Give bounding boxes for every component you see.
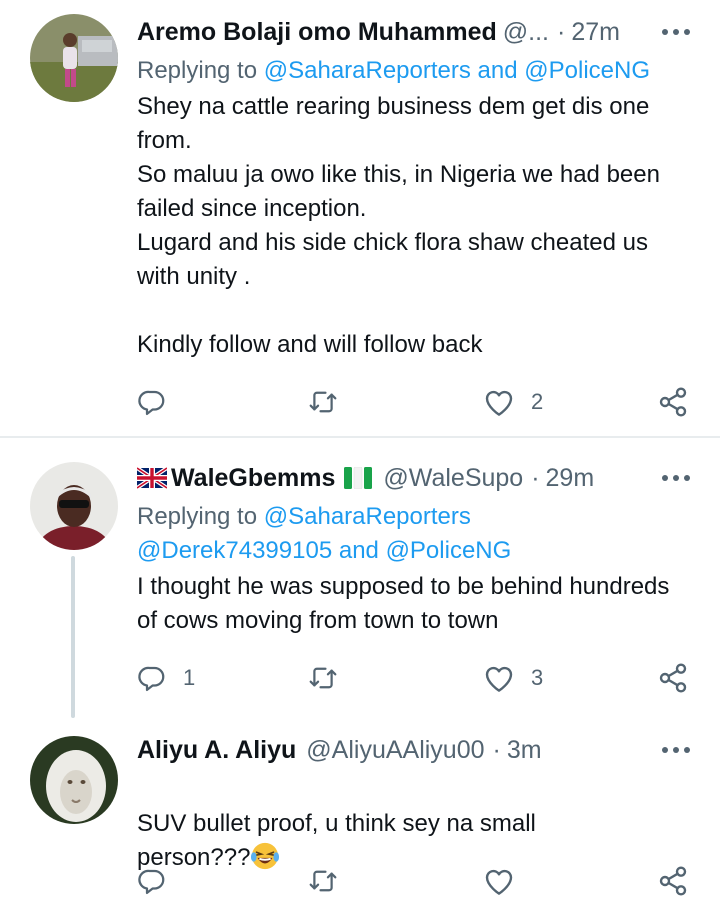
mention-derek[interactable]: @Derek74399105 bbox=[137, 537, 332, 564]
mention-policeng[interactable]: @PoliceNG bbox=[524, 57, 650, 84]
retweet-button[interactable] bbox=[307, 382, 355, 422]
tweet-2[interactable]: WaleGbemms @WaleSupo · 29m Replying to @… bbox=[0, 438, 720, 718]
retweet-button[interactable] bbox=[307, 861, 355, 901]
like-icon bbox=[485, 869, 513, 895]
tweet-text: SUV bullet proof, u think sey na small p… bbox=[137, 773, 587, 875]
reply-button[interactable]: 1 bbox=[137, 658, 195, 698]
handle[interactable]: @AliyuAAliyu00 bbox=[306, 736, 484, 765]
share-icon bbox=[659, 387, 687, 417]
more-icon[interactable] bbox=[662, 14, 690, 50]
mention-saharareporters[interactable]: @SaharaReporters bbox=[264, 503, 471, 530]
uk-flag-icon bbox=[137, 467, 167, 489]
replying-to: Replying to @SaharaReporters @Derek74399… bbox=[137, 500, 690, 568]
separator-dot: · bbox=[531, 463, 540, 492]
more-icon[interactable] bbox=[662, 460, 690, 496]
reply-icon bbox=[138, 869, 165, 894]
reply-button[interactable] bbox=[137, 382, 183, 422]
share-button[interactable] bbox=[657, 658, 689, 698]
nigeria-flag-icon bbox=[344, 467, 373, 489]
more-icon[interactable] bbox=[662, 732, 690, 768]
tweet-text: Shey na cattle rearing business dem get … bbox=[137, 93, 660, 358]
reply-icon bbox=[138, 666, 165, 691]
tweet-2-header: WaleGbemms @WaleSupo · 29m bbox=[137, 460, 690, 496]
retweet-icon bbox=[309, 391, 337, 413]
replying-joiner[interactable]: and bbox=[471, 57, 524, 84]
share-icon bbox=[659, 663, 687, 693]
share-icon bbox=[659, 866, 687, 896]
avatar-aremo[interactable] bbox=[30, 14, 118, 102]
handle[interactable]: @WaleSupo bbox=[383, 464, 523, 493]
display-name[interactable]: Aremo Bolaji omo Muhammed bbox=[137, 18, 497, 47]
timestamp[interactable]: 27m bbox=[571, 18, 620, 47]
like-count: 2 bbox=[531, 389, 544, 414]
replying-to: Replying to @SaharaReporters and @Police… bbox=[137, 54, 690, 88]
reply-button[interactable] bbox=[137, 861, 183, 901]
reply-icon bbox=[138, 390, 165, 415]
replying-joiner[interactable]: and bbox=[332, 537, 385, 564]
display-name[interactable]: WaleGbemms bbox=[171, 464, 335, 493]
avatar-aremo-image bbox=[30, 14, 118, 102]
like-icon bbox=[485, 666, 513, 692]
like-button[interactable]: 2 bbox=[483, 382, 543, 422]
share-button[interactable] bbox=[657, 861, 689, 901]
tweet-1-header: Aremo Bolaji omo Muhammed @... · 27m bbox=[137, 14, 690, 50]
like-button[interactable] bbox=[483, 861, 531, 901]
replying-prefix: Replying to bbox=[137, 57, 264, 84]
tweet-actions: 2 bbox=[137, 382, 697, 422]
thread-line bbox=[71, 556, 75, 718]
timestamp[interactable]: 3m bbox=[507, 736, 542, 765]
avatar-aliyu-image bbox=[30, 736, 118, 824]
mention-policeng[interactable]: @PoliceNG bbox=[386, 537, 512, 564]
reply-count: 1 bbox=[183, 665, 196, 690]
avatar-walegbemms-image bbox=[30, 462, 118, 550]
tweet-actions bbox=[137, 861, 697, 901]
share-button[interactable] bbox=[657, 382, 689, 422]
tweet-1[interactable]: Aremo Bolaji omo Muhammed @... · 27m Rep… bbox=[0, 0, 720, 436]
retweet-icon bbox=[309, 870, 337, 892]
retweet-button[interactable] bbox=[307, 658, 355, 698]
separator-dot: · bbox=[492, 735, 501, 764]
replying-prefix: Replying to bbox=[137, 503, 264, 530]
tweet-3-header: Aliyu A. Aliyu @AliyuAAliyu00 · 3m bbox=[137, 732, 690, 768]
retweet-icon bbox=[309, 667, 337, 689]
tweet-text: I thought he was supposed to be behind h… bbox=[137, 573, 670, 634]
handle[interactable]: @... bbox=[503, 18, 549, 47]
separator-dot: · bbox=[556, 17, 566, 46]
timestamp[interactable]: 29m bbox=[546, 464, 595, 493]
like-icon bbox=[485, 390, 513, 416]
like-button[interactable]: 3 bbox=[483, 658, 543, 698]
avatar-aliyu[interactable] bbox=[30, 736, 118, 824]
tweet-3[interactable]: Aliyu A. Aliyu @AliyuAAliyu00 · 3m SUV b… bbox=[0, 718, 720, 912]
like-count: 3 bbox=[531, 665, 544, 690]
mention-saharareporters[interactable]: @SaharaReporters bbox=[264, 57, 471, 84]
avatar-walegbemms[interactable] bbox=[30, 462, 118, 550]
tweet-actions: 1 3 bbox=[137, 658, 697, 698]
display-name[interactable]: Aliyu A. Aliyu bbox=[137, 736, 296, 765]
